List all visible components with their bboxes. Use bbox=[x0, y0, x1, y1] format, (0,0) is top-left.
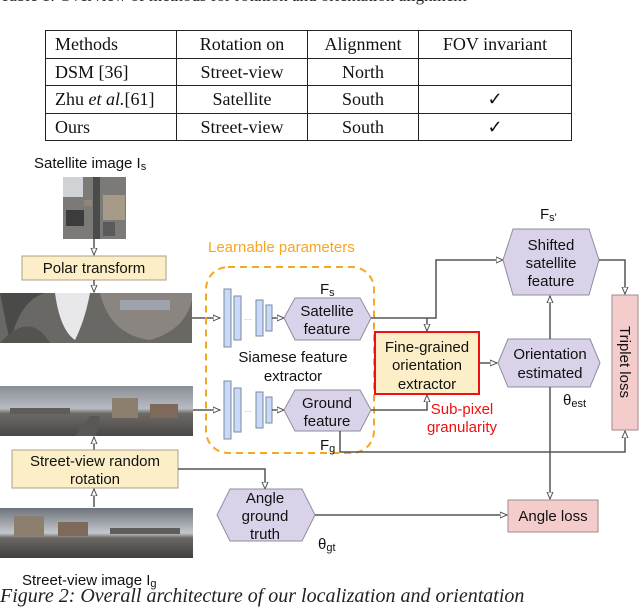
fine-grained-label-3: extractor bbox=[398, 376, 456, 393]
arrow-shifted-to-triplet bbox=[599, 259, 625, 294]
layer-ellipsis: ··· bbox=[244, 315, 252, 324]
arrow-ground-to-extractor bbox=[371, 395, 427, 411]
satellite-image bbox=[63, 177, 126, 239]
angle-gt-label-3: truth bbox=[250, 526, 280, 543]
fs-label: Fs bbox=[320, 281, 335, 299]
caption-bottom-fragment: Figure 2: Overall architecture of our lo… bbox=[0, 585, 525, 607]
angle-gt-label-2: ground bbox=[242, 508, 289, 525]
ground-feature-label-1: Ground bbox=[302, 395, 352, 412]
architecture-diagram: Satellite image Is Polar transform Learn… bbox=[0, 155, 639, 590]
theta-gt-label: θgt bbox=[318, 536, 336, 554]
arrow-rotation-to-angle-gt bbox=[178, 468, 265, 489]
fine-grained-label-1: Fine-grained bbox=[385, 339, 469, 356]
polar-satellite-image bbox=[0, 293, 192, 343]
satellite-cnn-layers: ··· bbox=[223, 288, 273, 348]
satellite-feature-label-2: feature bbox=[304, 321, 351, 338]
satellite-image-label: Satellite image Is bbox=[34, 155, 147, 173]
ground-feature-label-2: feature bbox=[304, 413, 351, 430]
street-view-rotation-label-1: Street-view random bbox=[30, 453, 160, 470]
orientation-estimated-label-2: estimated bbox=[517, 365, 582, 382]
shifted-feature-label-1: Shifted bbox=[528, 237, 575, 254]
triplet-loss-label: Triplet loss bbox=[616, 326, 633, 398]
orientation-estimated-label-1: Orientation bbox=[513, 346, 586, 363]
layer-ellipsis: ··· bbox=[244, 407, 252, 416]
siamese-extractor-label-1: Siamese feature bbox=[238, 349, 347, 366]
fg-label: Fg bbox=[320, 437, 335, 455]
learnable-parameters-label: Learnable parameters bbox=[208, 239, 355, 256]
shifted-feature-label-3: feature bbox=[528, 273, 575, 290]
polar-transform-label: Polar transform bbox=[43, 260, 146, 277]
satellite-feature-label-1: Satellite bbox=[300, 303, 353, 320]
siamese-extractor-label-2: extractor bbox=[264, 368, 322, 385]
fs-prime-label: Fs' bbox=[540, 206, 557, 224]
angle-loss-label: Angle loss bbox=[518, 508, 587, 525]
street-view-image bbox=[0, 508, 193, 558]
angle-gt-label-1: Angle bbox=[246, 490, 284, 507]
street-view-panorama bbox=[0, 386, 193, 436]
ground-cnn-layers: ··· bbox=[223, 380, 273, 440]
fine-grained-label-2: orientation bbox=[392, 357, 462, 374]
sub-pixel-label-2: granularity bbox=[427, 419, 498, 436]
shifted-feature-label-2: satellite bbox=[526, 255, 577, 272]
sub-pixel-label-1: Sub-pixel bbox=[431, 401, 494, 418]
theta-est-label: θest bbox=[563, 392, 586, 410]
street-view-rotation-label-2: rotation bbox=[70, 471, 120, 488]
arrow-satellite-to-shifted bbox=[371, 260, 503, 319]
